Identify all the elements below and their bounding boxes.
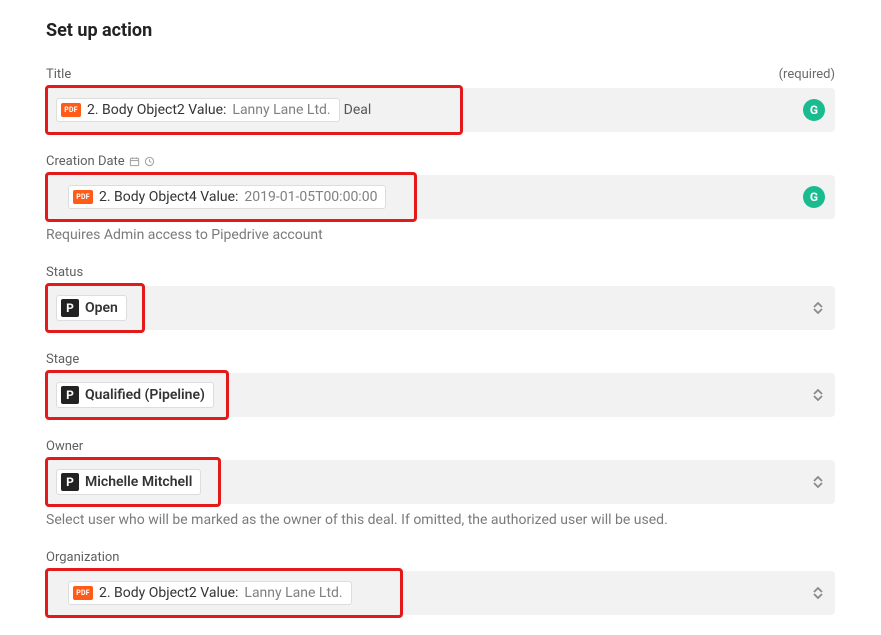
pill-stage[interactable]: P Qualified (Pipeline) bbox=[56, 382, 214, 408]
pdf-icon: PDF bbox=[73, 586, 93, 600]
label-owner: Owner bbox=[46, 439, 83, 454]
required-title: (required) bbox=[779, 67, 835, 82]
select-stage[interactable]: P Qualified (Pipeline) bbox=[46, 373, 835, 417]
clock-icon bbox=[144, 156, 155, 167]
help-creation-date: Requires Admin access to Pipedrive accou… bbox=[46, 227, 835, 243]
field-status: Status P Open bbox=[46, 265, 835, 330]
page-title: Set up action bbox=[46, 20, 835, 41]
label-stage: Stage bbox=[46, 352, 79, 367]
pill-value-text: Lanny Lane Ltd. bbox=[244, 585, 342, 601]
select-owner[interactable]: P Michelle Mitchell bbox=[46, 460, 835, 504]
input-title[interactable]: PDF 2. Body Object2 Value: Lanny Lane Lt… bbox=[46, 88, 835, 132]
chevron-sort-icon bbox=[811, 389, 825, 401]
pipedrive-icon: P bbox=[61, 386, 79, 404]
help-owner: Select user who will be marked as the ow… bbox=[46, 512, 835, 528]
pdf-icon: PDF bbox=[61, 103, 81, 117]
field-creation-date: Creation Date PDF 2. Body Object4 Value:… bbox=[46, 154, 835, 243]
label-organization: Organization bbox=[46, 550, 119, 565]
pipedrive-icon: P bbox=[61, 473, 79, 491]
pill-organization[interactable]: PDF 2. Body Object2 Value: Lanny Lane Lt… bbox=[68, 581, 352, 605]
chevron-sort-icon bbox=[811, 587, 825, 599]
pdf-icon: PDF bbox=[73, 190, 93, 204]
suffix-text: Deal bbox=[344, 102, 372, 118]
pill-status[interactable]: P Open bbox=[56, 295, 127, 321]
input-creation-date[interactable]: PDF 2. Body Object4 Value: 2019-01-05T00… bbox=[46, 175, 835, 219]
chevron-sort-icon bbox=[811, 476, 825, 488]
grammarly-icon: G bbox=[803, 186, 825, 208]
field-organization: Organization PDF 2. Body Object2 Value: … bbox=[46, 550, 835, 615]
pill-creation-date[interactable]: PDF 2. Body Object4 Value: 2019-01-05T00… bbox=[68, 185, 386, 209]
pipedrive-icon: P bbox=[61, 299, 79, 317]
pill-main-text: 2. Body Object2 Value: bbox=[87, 102, 226, 118]
select-organization[interactable]: PDF 2. Body Object2 Value: Lanny Lane Lt… bbox=[46, 571, 835, 615]
label-text: Creation Date bbox=[46, 154, 125, 169]
calendar-icon bbox=[129, 156, 140, 167]
pill-main-text: Qualified (Pipeline) bbox=[85, 387, 205, 403]
label-status: Status bbox=[46, 265, 83, 280]
label-title: Title bbox=[46, 67, 71, 82]
pill-title[interactable]: PDF 2. Body Object2 Value: Lanny Lane Lt… bbox=[56, 98, 340, 122]
pill-main-text: Michelle Mitchell bbox=[85, 474, 192, 490]
field-stage: Stage P Qualified (Pipeline) bbox=[46, 352, 835, 417]
select-status[interactable]: P Open bbox=[46, 286, 835, 330]
grammarly-icon: G bbox=[803, 99, 825, 121]
pill-value-text: 2019-01-05T00:00:00 bbox=[244, 189, 377, 205]
pill-main-text: 2. Body Object4 Value: bbox=[99, 189, 238, 205]
pill-main-text: Open bbox=[85, 300, 118, 316]
pill-owner[interactable]: P Michelle Mitchell bbox=[56, 469, 201, 495]
field-title: Title (required) PDF 2. Body Object2 Val… bbox=[46, 67, 835, 132]
field-owner: Owner P Michelle Mitchell Select user wh… bbox=[46, 439, 835, 528]
chevron-sort-icon bbox=[811, 302, 825, 314]
label-creation-date: Creation Date bbox=[46, 154, 155, 169]
pill-value-text: Lanny Lane Ltd. bbox=[232, 102, 330, 118]
pill-main-text: 2. Body Object2 Value: bbox=[99, 585, 238, 601]
